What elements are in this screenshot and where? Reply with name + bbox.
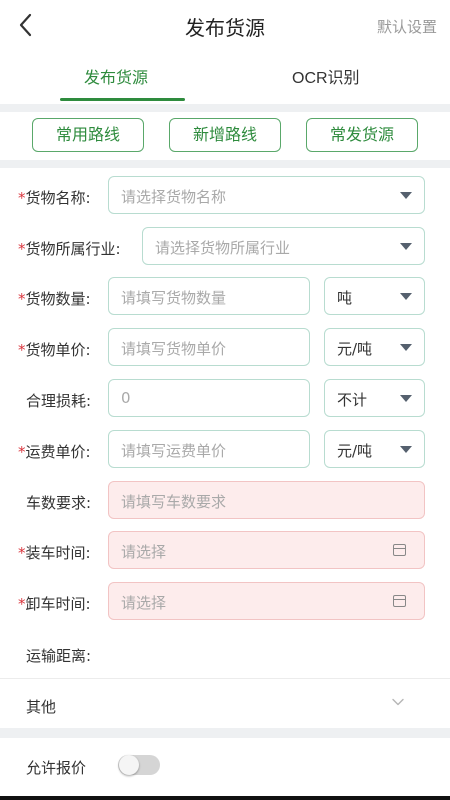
tab-bar: 发布货源 OCR识别 <box>0 56 450 102</box>
freight-price-unit-select[interactable]: 元/吨 <box>324 430 425 468</box>
load-time-picker[interactable]: 请选择 <box>108 531 425 569</box>
other-section-toggle[interactable]: 其他 <box>26 696 56 717</box>
divider-line <box>0 678 450 679</box>
vehicles-label: 车数要求: <box>26 494 92 512</box>
required-mark: * <box>18 443 26 461</box>
required-mark: * <box>18 290 26 308</box>
required-mark: * <box>18 595 26 613</box>
chevron-down-icon[interactable] <box>392 696 404 708</box>
form-row-load-time: *装车时间: 请选择 <box>0 531 450 571</box>
distance-label: 运输距离: <box>26 647 92 665</box>
toggle-knob <box>119 755 139 775</box>
bottom-edge-bar <box>0 796 450 800</box>
unit-price-input[interactable]: 请填写货物单价 <box>108 328 310 366</box>
unit-price-unit-select[interactable]: 元/吨 <box>324 328 425 366</box>
section-divider <box>0 160 450 168</box>
unload-time-label: *卸车时间: <box>18 595 91 613</box>
back-arrow-icon[interactable] <box>14 10 38 40</box>
calendar-icon <box>393 595 406 607</box>
freight-price-input[interactable]: 请填写运费单价 <box>108 430 310 468</box>
industry-label: *货物所属行业: <box>18 240 121 258</box>
frequent-goods-button[interactable]: 常发货源 <box>306 118 418 152</box>
goods-name-label: *货物名称: <box>18 189 91 207</box>
form-row-loss: 合理损耗: 0 不计 <box>0 379 450 419</box>
form-row-unload-time: *卸车时间: 请选择 <box>0 582 450 622</box>
required-mark: * <box>18 240 26 258</box>
form-row-goods-name: *货物名称: 请选择货物名称 <box>0 176 450 216</box>
dropdown-caret-icon <box>400 243 412 250</box>
load-time-label: *装车时间: <box>18 544 91 562</box>
section-divider <box>0 104 450 112</box>
dropdown-caret-icon <box>400 293 412 300</box>
form-row-freight-price: *运费单价: 请填写运费单价 元/吨 <box>0 430 450 470</box>
loss-input[interactable]: 0 <box>108 379 310 417</box>
required-mark: * <box>18 189 26 207</box>
goods-name-select[interactable]: 请选择货物名称 <box>108 176 425 214</box>
quantity-input[interactable]: 请填写货物数量 <box>108 277 310 315</box>
dropdown-caret-icon <box>400 446 412 453</box>
tab-ocr[interactable]: OCR识别 <box>292 64 360 88</box>
common-routes-button[interactable]: 常用路线 <box>32 118 144 152</box>
section-divider <box>0 728 450 738</box>
allow-bid-label: 允许报价 <box>26 759 87 777</box>
loss-label: 合理损耗: <box>26 392 92 410</box>
dropdown-caret-icon <box>400 192 412 199</box>
add-route-button[interactable]: 新增路线 <box>169 118 281 152</box>
freight-price-label: *运费单价: <box>18 443 91 461</box>
route-button-group: 常用路线 新增路线 常发货源 <box>0 112 450 160</box>
app-header: 发布货源 默认设置 <box>0 0 450 52</box>
tab-publish-goods[interactable]: 发布货源 <box>84 64 148 88</box>
required-mark: * <box>18 544 26 562</box>
allow-bid-toggle[interactable] <box>118 755 160 775</box>
required-mark: * <box>18 341 26 359</box>
active-tab-indicator <box>60 98 185 101</box>
quantity-label: *货物数量: <box>18 290 91 308</box>
calendar-icon <box>393 544 406 556</box>
loss-unit-select[interactable]: 不计 <box>324 379 425 417</box>
unload-time-picker[interactable]: 请选择 <box>108 582 425 620</box>
form-row-unit-price: *货物单价: 请填写货物单价 元/吨 <box>0 328 450 368</box>
vehicles-input[interactable]: 请填写车数要求 <box>108 481 425 519</box>
form-row-industry: *货物所属行业: 请选择货物所属行业 <box>0 227 450 267</box>
form-row-vehicles: 车数要求: 请填写车数要求 <box>0 481 450 521</box>
industry-select[interactable]: 请选择货物所属行业 <box>142 227 425 265</box>
quantity-unit-select[interactable]: 吨 <box>324 277 425 315</box>
form-row-quantity: *货物数量: 请填写货物数量 吨 <box>0 277 450 317</box>
dropdown-caret-icon <box>400 344 412 351</box>
dropdown-caret-icon <box>400 395 412 402</box>
default-settings-link[interactable]: 默认设置 <box>377 16 437 37</box>
unit-price-label: *货物单价: <box>18 341 91 359</box>
